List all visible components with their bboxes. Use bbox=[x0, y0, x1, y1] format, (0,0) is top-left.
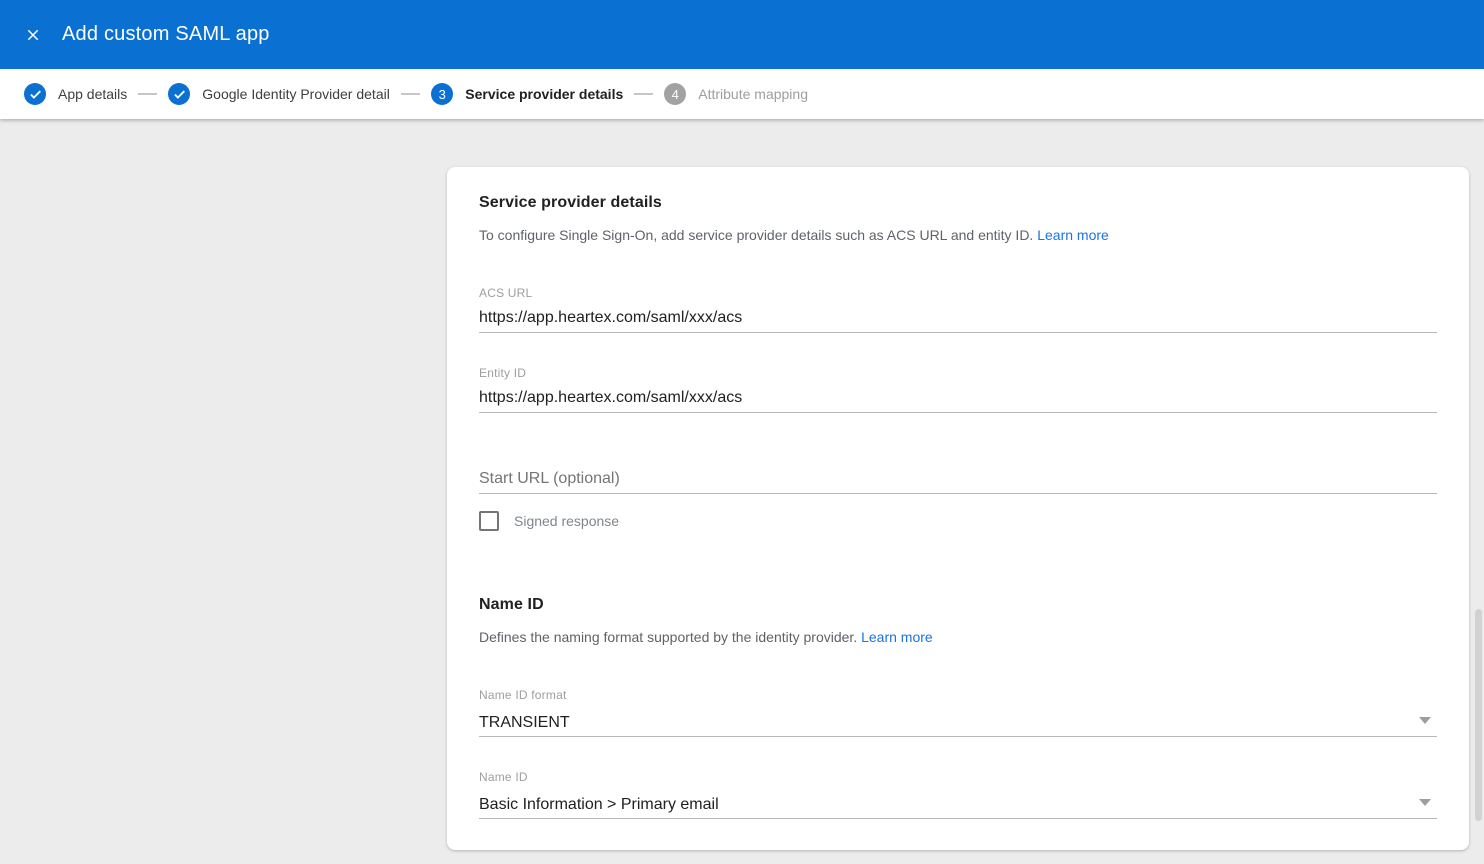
name-id-format-select[interactable]: Name ID format TRANSIENT bbox=[479, 688, 1437, 737]
name-id-select[interactable]: Name ID Basic Information > Primary emai… bbox=[479, 770, 1437, 819]
signed-response-checkbox[interactable] bbox=[479, 511, 499, 531]
step-separator bbox=[634, 93, 653, 95]
description-text: To configure Single Sign-On, add service… bbox=[479, 227, 1033, 243]
description-text: Defines the naming format supported by t… bbox=[479, 629, 857, 645]
section-title-name-id: Name ID bbox=[479, 596, 1437, 614]
stepper: App details Google Identity Provider det… bbox=[0, 69, 1484, 119]
name-id-label: Name ID bbox=[479, 770, 1437, 784]
check-icon bbox=[168, 83, 190, 105]
step-number-badge: 4 bbox=[664, 83, 686, 105]
entity-id-label: Entity ID bbox=[479, 366, 1437, 380]
start-url-input[interactable]: Start URL (optional) bbox=[479, 470, 1437, 488]
learn-more-link[interactable]: Learn more bbox=[1037, 227, 1109, 243]
acs-url-input[interactable]: https://app.heartex.com/saml/xxx/acs bbox=[479, 309, 1437, 327]
entity-id-field[interactable]: Entity ID https://app.heartex.com/saml/x… bbox=[479, 366, 1437, 413]
vertical-scrollbar[interactable] bbox=[1475, 609, 1482, 821]
step-separator bbox=[401, 93, 420, 95]
signed-response-label: Signed response bbox=[514, 513, 619, 529]
step-number: 4 bbox=[672, 87, 679, 102]
check-icon bbox=[24, 83, 46, 105]
dialog-header: Add custom SAML app bbox=[0, 0, 1484, 69]
name-id-format-value: TRANSIENT bbox=[479, 714, 1437, 732]
entity-id-input[interactable]: https://app.heartex.com/saml/xxx/acs bbox=[479, 389, 1437, 407]
chevron-down-icon[interactable] bbox=[1419, 717, 1431, 724]
step-label: Service provider details bbox=[465, 86, 623, 102]
step-google-idp-details[interactable]: Google Identity Provider details bbox=[168, 83, 390, 105]
section-description: Defines the naming format supported by t… bbox=[479, 629, 1437, 645]
dialog-title: Add custom SAML app bbox=[62, 23, 270, 46]
step-number: 3 bbox=[439, 87, 446, 102]
acs-url-label: ACS URL bbox=[479, 286, 1437, 300]
step-service-provider-details[interactable]: 3 Service provider details bbox=[431, 83, 623, 105]
section-description: To configure Single Sign-On, add service… bbox=[479, 227, 1437, 243]
step-label: Attribute mapping bbox=[698, 86, 808, 102]
start-url-field[interactable]: Start URL (optional) bbox=[479, 470, 1437, 494]
signed-response-row: Signed response bbox=[479, 511, 1437, 531]
name-id-format-label: Name ID format bbox=[479, 688, 1437, 702]
step-app-details[interactable]: App details bbox=[24, 83, 127, 105]
section-title-service-provider: Service provider details bbox=[479, 194, 1437, 212]
chevron-down-icon[interactable] bbox=[1419, 799, 1431, 806]
step-attribute-mapping[interactable]: 4 Attribute mapping bbox=[664, 83, 808, 105]
step-label: App details bbox=[58, 86, 127, 102]
learn-more-link[interactable]: Learn more bbox=[861, 629, 933, 645]
step-separator bbox=[138, 93, 157, 95]
step-label: Google Identity Provider details bbox=[202, 86, 390, 102]
service-provider-card: Service provider details To configure Si… bbox=[447, 167, 1469, 850]
acs-url-field[interactable]: ACS URL https://app.heartex.com/saml/xxx… bbox=[479, 286, 1437, 333]
name-id-value: Basic Information > Primary email bbox=[479, 796, 1437, 814]
dialog-body: Service provider details To configure Si… bbox=[0, 119, 1484, 864]
step-number-badge: 3 bbox=[431, 83, 453, 105]
close-icon[interactable] bbox=[21, 23, 45, 47]
